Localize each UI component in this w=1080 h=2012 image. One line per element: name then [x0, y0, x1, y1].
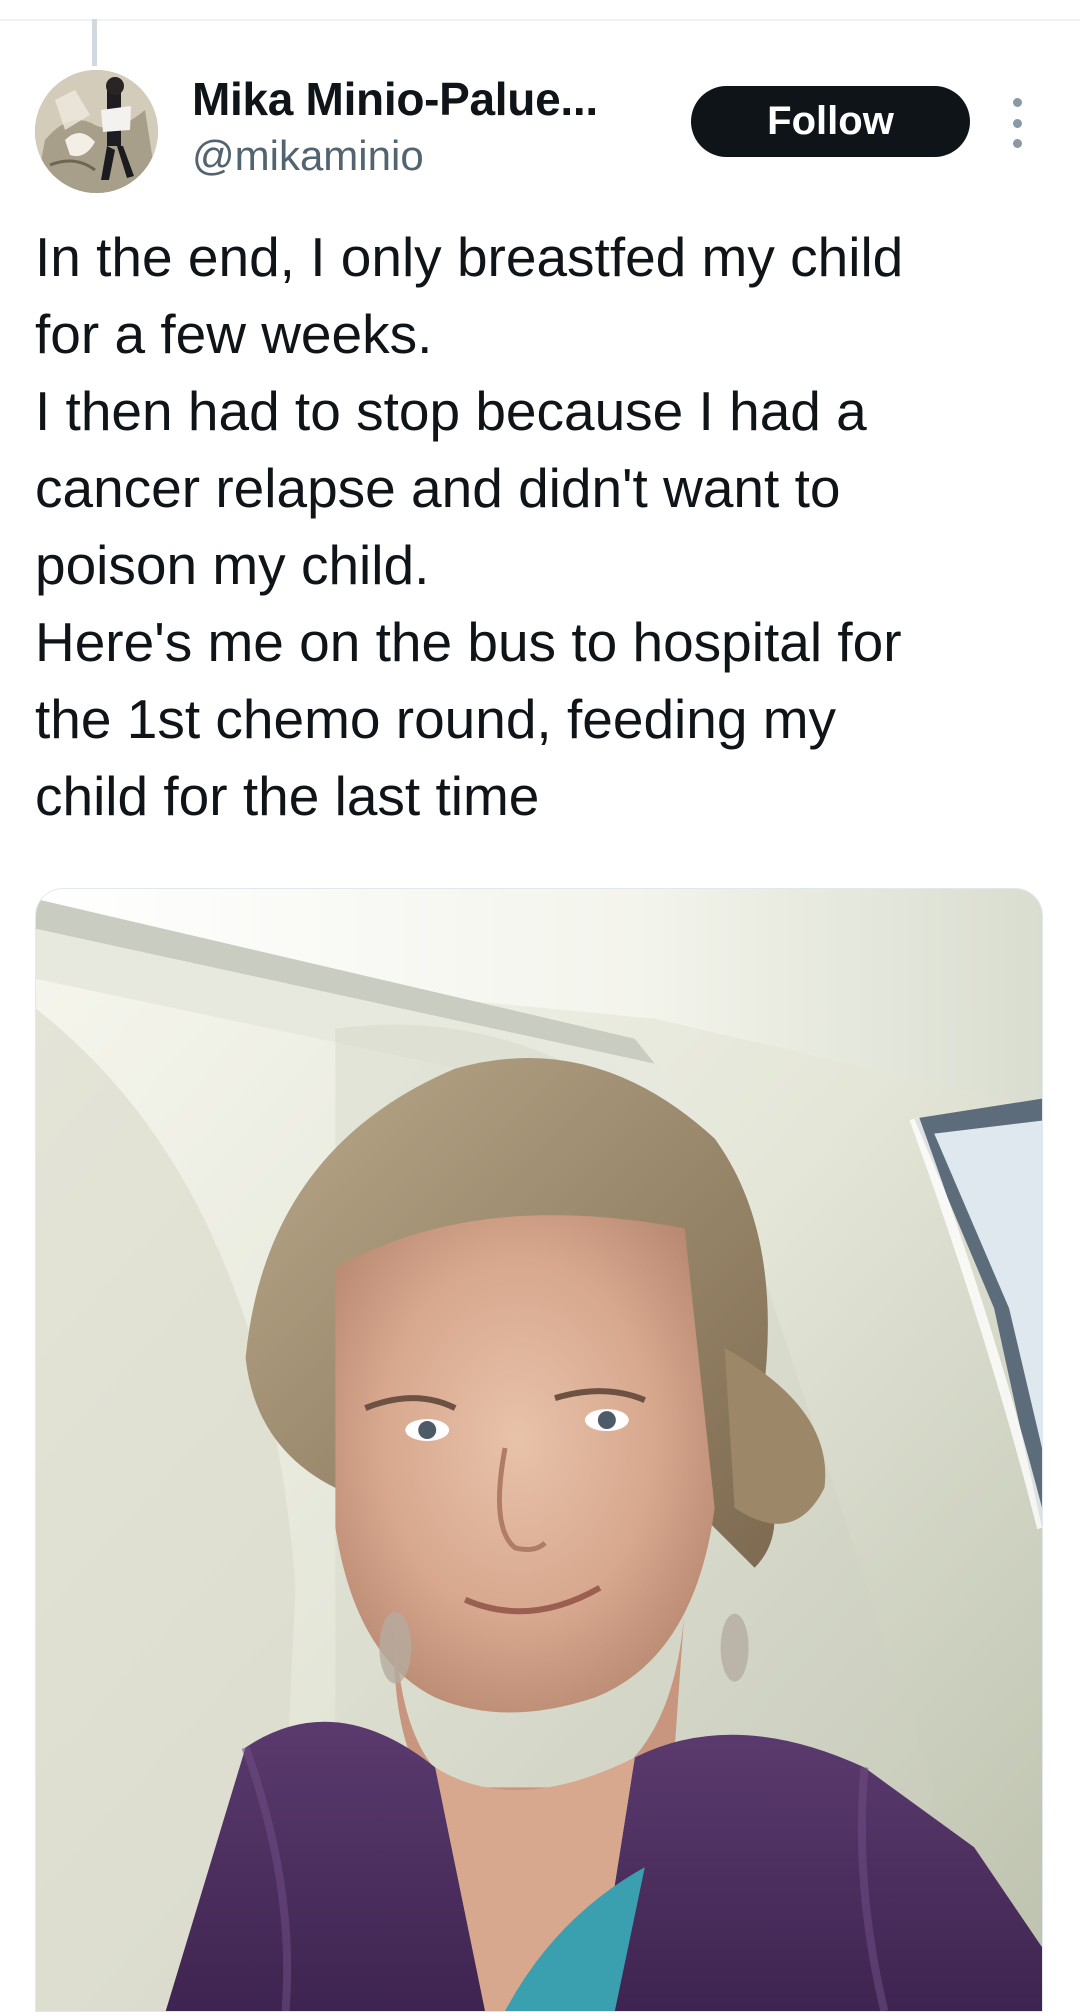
author-handle[interactable]: @mikaminio	[192, 132, 424, 180]
tweet-text-line: In the end, I only breastfed my child	[35, 226, 904, 288]
more-dot	[1012, 98, 1022, 107]
more-dot	[1012, 139, 1022, 148]
tweet-text-line: I then had to stop because I had a	[35, 380, 867, 442]
tweet-text-line: child for the last time	[35, 765, 540, 827]
tweet-text: In the end, I only breastfed my child fo…	[35, 219, 1045, 835]
top-divider	[0, 19, 1080, 21]
more-vertical-icon[interactable]	[1003, 98, 1031, 148]
tweet-text-line: poison my child.	[35, 534, 430, 596]
tweet-photo[interactable]	[35, 888, 1043, 2012]
avatar[interactable]	[35, 70, 158, 193]
photo-image	[36, 889, 1042, 2011]
more-dot	[1012, 118, 1022, 128]
tweet-text-line: Here's me on the bus to hospital for	[35, 611, 902, 673]
tweet-text-line: for a few weeks.	[35, 303, 433, 365]
avatar-image	[35, 70, 158, 193]
author-display-name[interactable]: Mika Minio-Palue...	[192, 72, 598, 126]
thread-connector-line	[92, 19, 97, 66]
tweet-text-line: cancer relapse and didn't want to	[35, 457, 841, 519]
follow-button[interactable]: Follow	[691, 86, 970, 157]
tweet-text-line: the 1st chemo round, feeding my	[35, 688, 837, 750]
